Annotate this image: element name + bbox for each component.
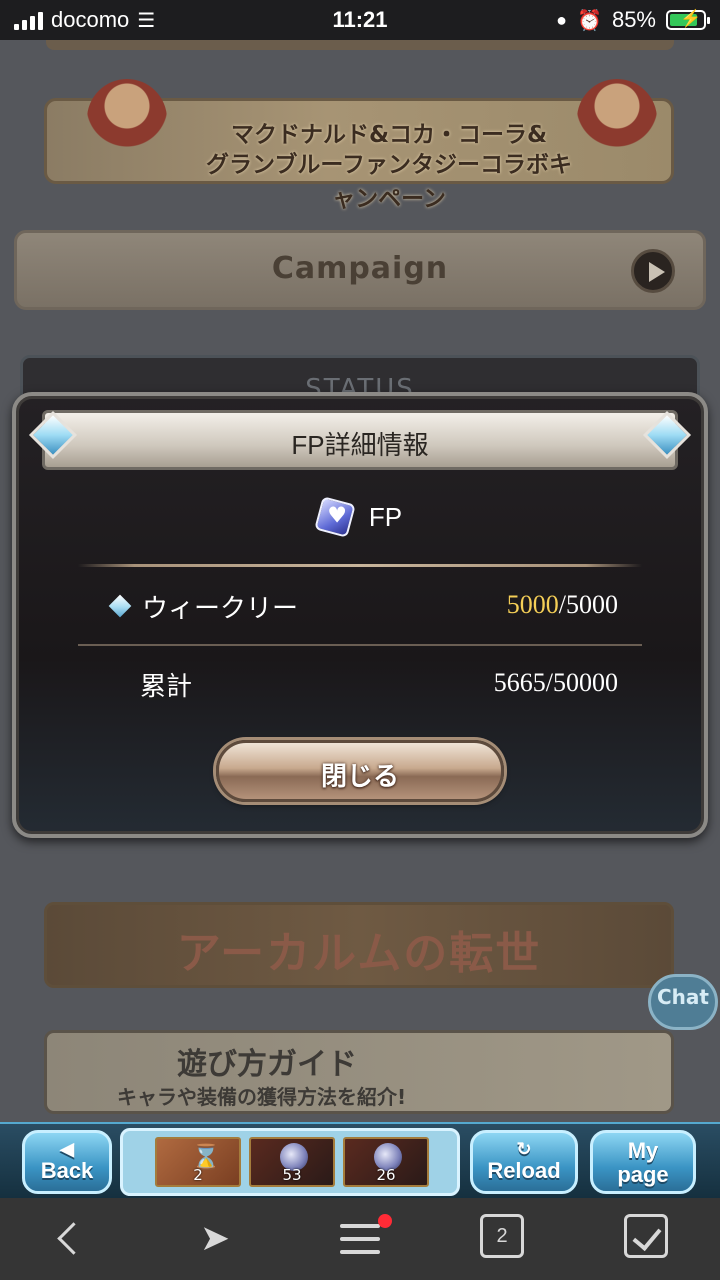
banner-character-left: [87, 79, 167, 169]
battery-icon: ⚡: [666, 9, 710, 30]
reload-icon: ↻: [516, 1139, 532, 1159]
quick-item-tray: ⌛ 2 53 26: [120, 1128, 460, 1196]
banner-line-2: グランブルーファンタジーコラボキャンペーン: [206, 152, 572, 212]
guide-subtitle: キャラや装備の獲得方法を紹介!: [117, 1085, 407, 1109]
reload-label: Reload: [487, 1158, 561, 1183]
arcarum-banner[interactable]: アーカルムの転世: [44, 902, 674, 988]
weekly-value: 5000/5000: [507, 590, 618, 620]
modal-header: FP詳細情報: [42, 410, 678, 470]
campaign-label: Campaign: [271, 251, 449, 286]
fp-label: FP: [368, 501, 403, 532]
row-divider: [78, 644, 642, 646]
weekly-current: 5000: [506, 590, 559, 619]
banner-line-1: マクドナルド&コカ・コーラ&: [230, 122, 548, 148]
alarm-icon: ⏰: [577, 9, 602, 32]
ornamental-divider: [78, 564, 642, 567]
guide-banner[interactable]: 遊び方ガイド キャラや装備の獲得方法を紹介!: [44, 1030, 674, 1114]
campaign-button[interactable]: Campaign: [14, 230, 706, 310]
mypage-label-1: My: [627, 1138, 659, 1163]
fp-heading: FP: [12, 496, 708, 538]
person-icon: ●: [556, 9, 568, 30]
close-button-label: 閉じる: [320, 762, 399, 792]
collab-campaign-banner[interactable]: マクドナルド&コカ・コーラ& グランブルーファンタジーコラボキャンペーン: [44, 79, 674, 212]
weekly-label: ウィークリー: [142, 594, 299, 624]
mypage-label-2: page: [617, 1162, 669, 1187]
arcarum-label: アーカルムの転世: [176, 928, 542, 979]
back-label: Back: [40, 1158, 94, 1183]
tabs-button[interactable]: 2: [480, 1214, 524, 1258]
weekly-max: /5000: [558, 590, 618, 619]
checkbox-icon[interactable]: [624, 1214, 668, 1258]
top-banner-edge: [46, 40, 674, 50]
rocket-icon[interactable]: ➤: [190, 1214, 240, 1264]
back-button[interactable]: ◀ Back: [22, 1130, 112, 1194]
item-count: 26: [376, 1166, 396, 1184]
back-arrow-icon: ◀: [60, 1139, 74, 1159]
item-slot-2[interactable]: 53: [249, 1137, 335, 1187]
battery-percent: 85%: [611, 7, 656, 32]
charging-bolt-icon: ⚡: [680, 9, 702, 28]
item-count: 2: [193, 1166, 203, 1184]
browser-back-icon[interactable]: [46, 1214, 96, 1264]
fp-heart-icon: [314, 496, 356, 538]
total-label: 累計: [140, 672, 193, 702]
item-slot-3[interactable]: 26: [343, 1137, 429, 1187]
status-bar: docomo ☰ 11:21 ● ⏰ 85% ⚡: [0, 0, 720, 40]
game-bottom-bar: ◀ Back ⌛ 2 53 26 ↻ Reload My page: [0, 1122, 720, 1198]
total-value: 5665/50000: [493, 668, 618, 697]
reload-button[interactable]: ↻ Reload: [470, 1130, 578, 1194]
guide-title: 遊び方ガイド: [177, 1047, 357, 1082]
banner-character-right: [577, 79, 657, 169]
chat-button[interactable]: Chat: [648, 974, 718, 1030]
status-right: ● ⏰ 85% ⚡: [556, 7, 710, 33]
fp-detail-modal: FP詳細情報 FP ウィークリー 5000/5000 累計 5665/50000…: [12, 392, 708, 838]
notification-dot: [378, 1214, 392, 1228]
menu-icon[interactable]: [334, 1214, 392, 1264]
play-icon: [631, 249, 675, 293]
item-count: 53: [282, 1166, 302, 1184]
item-slot-1[interactable]: ⌛ 2: [155, 1137, 241, 1187]
browser-toolbar: ➤ 2: [0, 1198, 720, 1280]
modal-title: FP詳細情報: [291, 430, 429, 460]
close-button[interactable]: 閉じる: [216, 740, 504, 802]
mypage-button[interactable]: My page: [590, 1130, 696, 1194]
